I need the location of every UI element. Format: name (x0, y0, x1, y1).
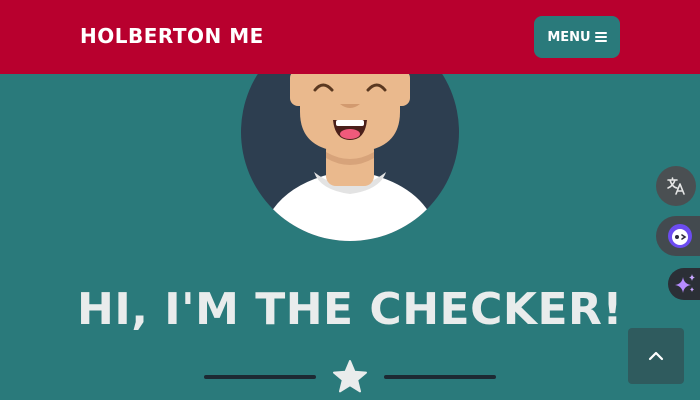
assistant-face-icon (668, 224, 692, 248)
site-brand[interactable]: HOLBERTON ME (80, 24, 264, 48)
hero-headline: HI, I'M THE CHECKER! (77, 284, 623, 335)
menu-button[interactable]: MENU (534, 16, 620, 58)
scroll-top-button[interactable] (628, 328, 684, 384)
sparkle-icon (675, 274, 695, 293)
sparkle-button[interactable] (668, 268, 700, 300)
site-header: HOLBERTON ME MENU (0, 0, 700, 74)
divider-right (384, 375, 496, 379)
hamburger-icon (594, 32, 607, 42)
chevron-up-icon (648, 351, 664, 361)
menu-label: MENU (547, 29, 591, 45)
star-icon (333, 360, 367, 393)
translate-icon (667, 177, 685, 195)
assistant-button[interactable] (656, 216, 700, 256)
translate-button[interactable] (656, 166, 696, 206)
divider-left (204, 375, 316, 379)
